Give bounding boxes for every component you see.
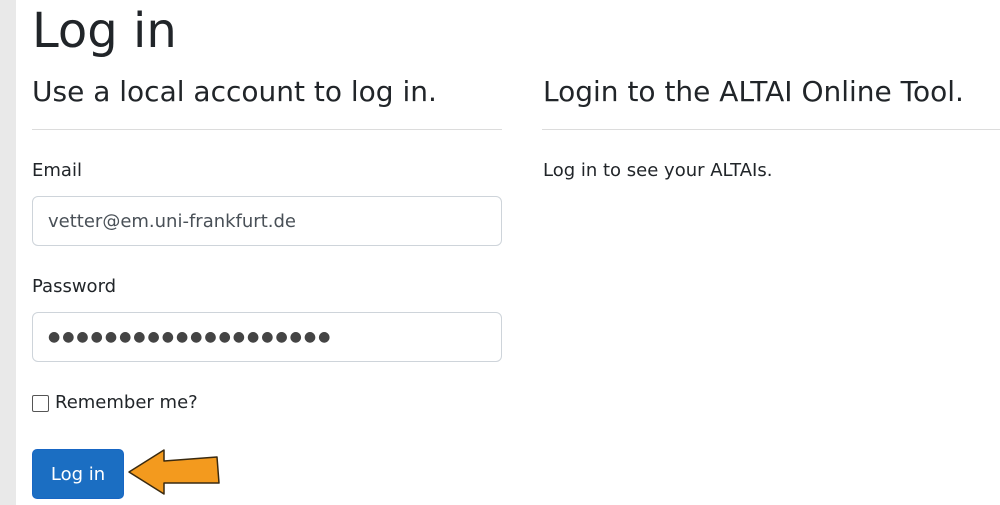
remember-me-label[interactable]: Remember me? bbox=[55, 391, 198, 415]
altai-heading: Login to the ALTAI Online Tool. bbox=[543, 75, 964, 108]
remember-me[interactable]: Remember me? bbox=[32, 390, 198, 416]
right-divider bbox=[542, 129, 1000, 130]
local-account-heading: Use a local account to log in. bbox=[32, 75, 437, 108]
left-divider bbox=[32, 129, 502, 130]
email-field[interactable] bbox=[32, 196, 502, 246]
remember-me-checkbox[interactable] bbox=[32, 394, 49, 412]
page-title: Log in bbox=[32, 3, 177, 59]
login-page: Log in Use a local account to log in. Em… bbox=[16, 0, 1000, 505]
password-field[interactable] bbox=[32, 312, 502, 362]
altai-login-hint: Log in to see your ALTAIs. bbox=[543, 160, 773, 181]
email-label: Email bbox=[32, 160, 82, 181]
login-button[interactable]: Log in bbox=[32, 449, 124, 499]
arrow-left-icon bbox=[128, 449, 220, 495]
password-label: Password bbox=[32, 276, 117, 297]
